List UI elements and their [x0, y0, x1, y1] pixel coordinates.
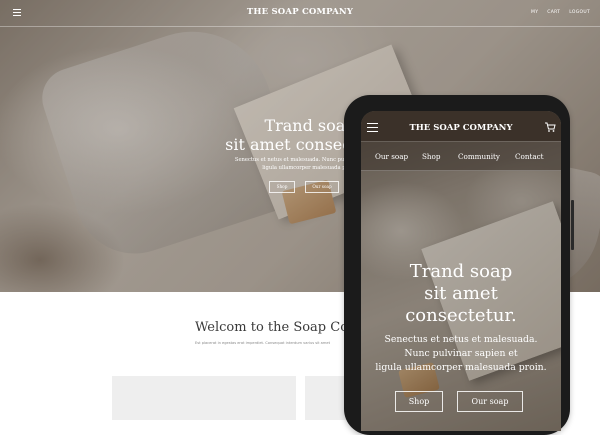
mobile-brand-logo[interactable]: THE SOAP COMPANY	[361, 123, 561, 133]
shop-button[interactable]: Shop	[269, 181, 295, 193]
nav-my[interactable]: MY	[531, 10, 538, 15]
shopping-cart-icon[interactable]	[544, 121, 556, 133]
nav-shop[interactable]: Shop	[422, 152, 440, 161]
mobile-hero-subtitle-line-1: Senectus et netus et malesuada.	[384, 334, 538, 345]
nav-logout[interactable]: LOGOUT	[569, 10, 590, 15]
mobile-hero-subtitle-line-2: Nunc pulvinar sapien et	[404, 348, 518, 359]
mobile-hero-title: Trand soap sit amet consectetur.	[361, 261, 561, 327]
mobile-shop-button[interactable]: Shop	[395, 391, 443, 412]
mobile-hero-subtitle-line-3: ligula ullamcorper malesuada proin.	[375, 362, 547, 373]
our-soap-button[interactable]: Our soap	[305, 181, 339, 193]
desktop-nav: MY CART LOGOUT	[531, 10, 590, 15]
mobile-screen: THE SOAP COMPANY Our soap Shop Community…	[361, 111, 561, 431]
nav-our-soap[interactable]: Our soap	[375, 152, 408, 161]
nav-community[interactable]: Community	[458, 152, 500, 161]
mobile-nav: Our soap Shop Community Contact	[361, 141, 561, 171]
phone-side-button	[571, 200, 574, 250]
mobile-hero-subtitle: Senectus et netus et malesuada. Nunc pul…	[361, 333, 561, 375]
desktop-header: THE SOAP COMPANY MY CART LOGOUT	[0, 0, 600, 27]
hero-buttons: Shop Our soap	[269, 181, 339, 193]
mobile-hero-title-line-3: consectetur.	[405, 305, 517, 326]
mobile-our-soap-button[interactable]: Our soap	[457, 391, 523, 412]
product-card-image[interactable]	[112, 376, 296, 420]
mobile-hero-title-line-2: sit amet	[424, 283, 498, 304]
mobile-header: THE SOAP COMPANY	[361, 111, 561, 141]
nav-contact[interactable]: Contact	[515, 152, 544, 161]
brand-logo[interactable]: THE SOAP COMPANY	[0, 7, 600, 17]
mobile-hero-buttons: Shop Our soap	[395, 391, 523, 412]
mobile-hero-title-line-1: Trand soap	[409, 261, 513, 282]
nav-cart[interactable]: CART	[547, 10, 560, 15]
